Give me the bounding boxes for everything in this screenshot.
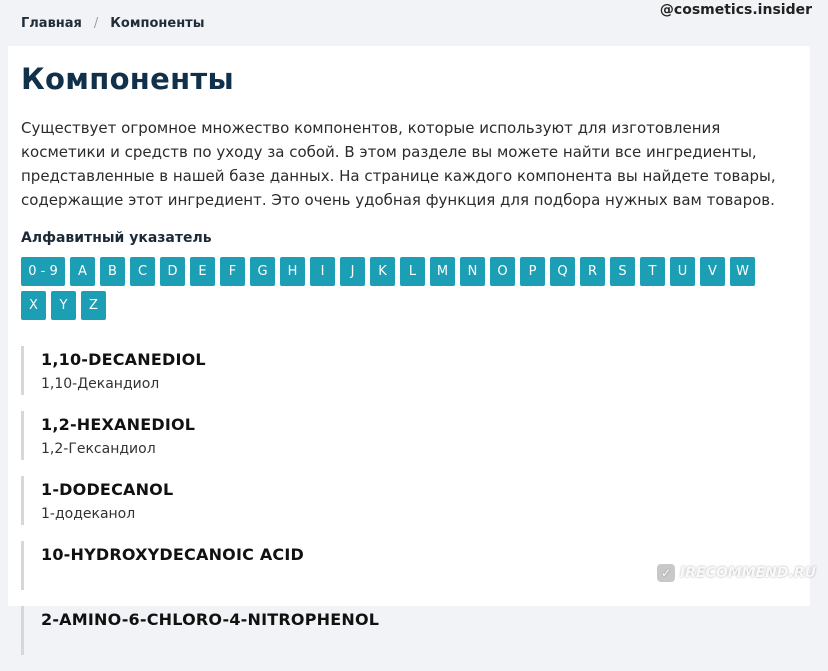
watermark-bottom-text: IRECOMMEND.RU <box>680 565 816 581</box>
list-item[interactable]: 1,10-DECANEDIOL 1,10-Декандиол <box>21 346 801 395</box>
recommend-logo-icon: ✓ <box>657 564 676 582</box>
breadcrumb-current: Компоненты <box>110 16 205 31</box>
component-name-link[interactable]: 10-HYDROXYDECANOIC ACID <box>41 545 304 564</box>
letter-button-f[interactable]: F <box>220 257 245 286</box>
component-name-link[interactable]: 1,2-HEXANEDIOL <box>41 415 195 434</box>
watermark-bottom: ✓ IRECOMMEND.RU <box>657 564 816 582</box>
watermark-top: @cosmetics.insider <box>659 2 812 18</box>
letter-button-r[interactable]: R <box>580 257 605 286</box>
breadcrumb-home-link[interactable]: Главная <box>21 16 82 31</box>
letter-button-g[interactable]: G <box>250 257 275 286</box>
letter-button-t[interactable]: T <box>640 257 665 286</box>
letter-button-q[interactable]: Q <box>550 257 575 286</box>
component-russian-name: 1,10-Декандиол <box>41 376 160 392</box>
breadcrumb-separator: / <box>93 16 99 31</box>
letter-button-i[interactable]: I <box>310 257 335 286</box>
component-name-link[interactable]: 1-DODECANOL <box>41 480 173 499</box>
list-item[interactable]: 2-AMINO-6-CHLORO-4-NITROPHENOL <box>21 606 801 655</box>
letter-button-b[interactable]: B <box>100 257 125 286</box>
component-russian-name: 1,2-Гександиол <box>41 441 156 457</box>
list-item[interactable]: 1-DODECANOL 1-додеканол <box>21 476 801 525</box>
letter-button-0-9[interactable]: 0 - 9 <box>21 257 65 286</box>
letter-button-c[interactable]: C <box>130 257 155 286</box>
letter-button-z[interactable]: Z <box>81 291 106 320</box>
component-list: 1,10-DECANEDIOL 1,10-Декандиол 1,2-HEXAN… <box>21 346 801 671</box>
component-name-link[interactable]: 2-AMINO-6-CHLORO-4-NITROPHENOL <box>41 610 379 629</box>
letter-button-d[interactable]: D <box>160 257 185 286</box>
content-card: Компоненты Существует огромное множество… <box>8 46 810 655</box>
letter-button-k[interactable]: K <box>370 257 395 286</box>
letter-button-h[interactable]: H <box>280 257 305 286</box>
letter-button-s[interactable]: S <box>610 257 635 286</box>
letter-button-m[interactable]: M <box>430 257 455 286</box>
list-item[interactable]: 1,2-HEXANEDIOL 1,2-Гександиол <box>21 411 801 460</box>
alphabet-index: 0 - 9 A B C D E F G H I J K L M N O P Q … <box>21 257 781 320</box>
intro-text: Существует огромное множество компоненто… <box>21 119 776 209</box>
letter-button-w[interactable]: W <box>730 257 755 286</box>
letter-button-y[interactable]: Y <box>51 291 76 320</box>
letter-button-o[interactable]: O <box>490 257 515 286</box>
letter-button-e[interactable]: E <box>190 257 215 286</box>
letter-button-u[interactable]: U <box>670 257 695 286</box>
page-title: Компоненты <box>21 62 235 96</box>
alphabet-index-title: Алфавитный указатель <box>21 230 212 246</box>
letter-button-x[interactable]: X <box>21 291 46 320</box>
letter-button-j[interactable]: J <box>340 257 365 286</box>
letter-button-n[interactable]: N <box>460 257 485 286</box>
component-name-link[interactable]: 1,10-DECANEDIOL <box>41 350 206 369</box>
letter-button-a[interactable]: A <box>70 257 95 286</box>
letter-button-l[interactable]: L <box>400 257 425 286</box>
breadcrumb: Главная / Компоненты <box>21 16 204 31</box>
letter-button-v[interactable]: V <box>700 257 725 286</box>
component-russian-name: 1-додеканол <box>41 506 136 522</box>
letter-button-p[interactable]: P <box>520 257 545 286</box>
